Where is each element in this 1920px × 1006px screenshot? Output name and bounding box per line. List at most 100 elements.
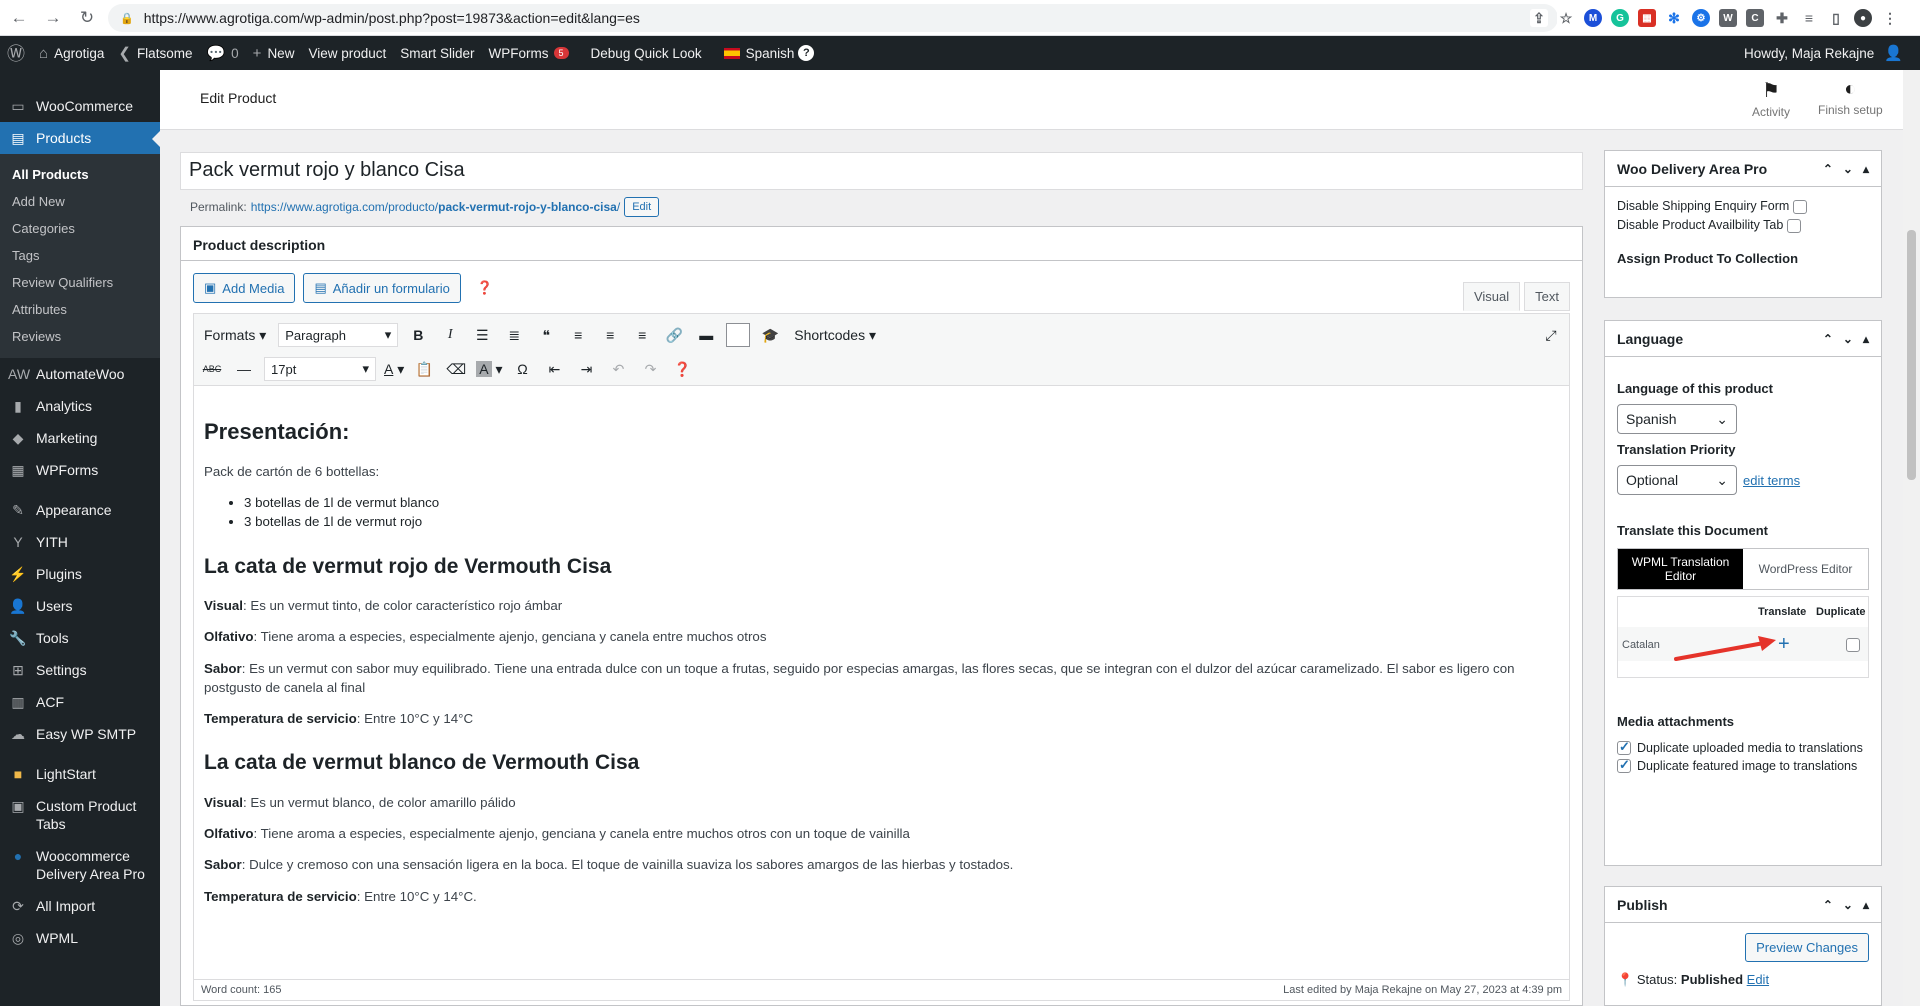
add-form-button[interactable]: ▤ Añadir un formulario: [303, 273, 461, 303]
sidebar-item-users[interactable]: 👤 Users: [0, 590, 160, 622]
comments-link[interactable]: 💬 0: [199, 36, 245, 70]
sidebar-item-settings[interactable]: ⊞ Settings: [0, 654, 160, 686]
language-switcher[interactable]: Spanish?: [717, 36, 822, 70]
forward-icon[interactable]: →: [38, 3, 68, 33]
fullscreen-icon[interactable]: ⤢: [1539, 323, 1563, 347]
formats-dropdown[interactable]: Formats ▾: [200, 323, 270, 347]
product-title-input[interactable]: Pack vermut rojo y blanco Cisa: [180, 152, 1583, 190]
horizontal-line-icon[interactable]: —: [232, 357, 256, 381]
permalink-edit-button[interactable]: Edit: [624, 197, 660, 217]
numbered-list-icon[interactable]: ≣: [502, 323, 526, 347]
toggle-panel-icon[interactable]: ▴: [1863, 162, 1869, 176]
move-down-icon[interactable]: ⌄: [1843, 898, 1853, 912]
duplicate-media-checkbox[interactable]: [1617, 739, 1631, 755]
sidebar-item-custom-product-tabs[interactable]: ▣ Custom Product Tabs: [0, 790, 160, 840]
permalink-link[interactable]: https://www.agrotiga.com/producto/pack-v…: [251, 200, 621, 214]
sidebar-item-lightstart[interactable]: ■ LightStart: [0, 758, 160, 790]
grammarly-icon[interactable]: G: [1611, 9, 1629, 27]
keyboard-help-icon[interactable]: ❓: [671, 357, 695, 381]
disable-availability-checkbox[interactable]: [1786, 218, 1801, 233]
align-center-icon[interactable]: ≡: [598, 323, 622, 347]
sidebar-item-products[interactable]: ▤ Products: [0, 122, 160, 154]
debug-quick-look-link[interactable]: Debug Quick Look: [584, 36, 709, 70]
special-character-icon[interactable]: Ω: [511, 357, 535, 381]
flatsome-link[interactable]: ❮ Flatsome: [111, 36, 199, 70]
graduation-cap-icon[interactable]: 🎓: [758, 323, 782, 347]
share-icon[interactable]: ⇪: [1530, 9, 1548, 27]
submenu-all-products[interactable]: All Products: [0, 161, 160, 188]
duplicate-checkbox[interactable]: [1846, 638, 1860, 652]
move-up-icon[interactable]: ⌃: [1823, 162, 1833, 176]
sidebar-item-delivery-area-pro[interactable]: ● Woocommerce Delivery Area Pro: [0, 840, 160, 890]
strikethrough-icon[interactable]: ABC: [200, 357, 224, 381]
submenu-review-qualifiers[interactable]: Review Qualifiers: [0, 269, 160, 296]
extension-snow-icon[interactable]: ✻: [1665, 9, 1683, 27]
submenu-tags[interactable]: Tags: [0, 242, 160, 269]
tab-wordpress-editor[interactable]: WordPress Editor: [1743, 549, 1868, 589]
malwarebytes-icon[interactable]: M: [1584, 9, 1602, 27]
finish-setup-button[interactable]: ◐ Finish setup: [1818, 78, 1883, 117]
toolbar-toggle-icon[interactable]: [726, 323, 751, 347]
font-size-select[interactable]: 17pt ▾: [264, 357, 376, 381]
new-content-link[interactable]: + New: [246, 36, 302, 70]
edit-terms-link[interactable]: edit terms: [1743, 473, 1800, 488]
extension-w-icon[interactable]: W: [1719, 9, 1737, 27]
move-up-icon[interactable]: ⌃: [1823, 898, 1833, 912]
bullet-list-icon[interactable]: ☰: [470, 323, 494, 347]
reload-icon[interactable]: ↻: [72, 3, 102, 33]
paragraph-select[interactable]: Paragraph ▾: [278, 323, 399, 347]
link-icon[interactable]: 🔗: [662, 323, 686, 347]
submenu-attributes[interactable]: Attributes: [0, 296, 160, 323]
view-product-link[interactable]: View product: [301, 36, 393, 70]
extension-red-icon[interactable]: ▦: [1638, 9, 1656, 27]
sidebar-item-wpforms[interactable]: ▦ WPForms: [0, 454, 160, 486]
status-edit-link[interactable]: Edit: [1747, 972, 1769, 987]
sidepanel-icon[interactable]: ▯: [1827, 9, 1845, 27]
sidebar-item-easy-wp-smtp[interactable]: ☁ Easy WP SMTP: [0, 718, 160, 750]
help-circle-icon[interactable]: ❓: [477, 280, 493, 296]
back-icon[interactable]: ←: [4, 3, 34, 33]
profile-avatar-icon[interactable]: ●: [1854, 9, 1872, 27]
read-more-icon[interactable]: ▬: [694, 323, 718, 347]
preview-changes-button[interactable]: Preview Changes: [1745, 933, 1869, 962]
sidebar-item-all-import[interactable]: ⟳ All Import: [0, 890, 160, 922]
puzzle-icon[interactable]: ✚: [1773, 9, 1791, 27]
indent-icon[interactable]: ⇥: [575, 357, 599, 381]
submenu-add-new[interactable]: Add New: [0, 188, 160, 215]
bold-icon[interactable]: B: [406, 323, 430, 347]
sidebar-item-yith[interactable]: Y YITH: [0, 526, 160, 558]
page-scrollbar[interactable]: [1903, 70, 1920, 1006]
smart-slider-link[interactable]: Smart Slider: [393, 36, 481, 70]
blockquote-icon[interactable]: ❝: [534, 323, 558, 347]
sidebar-item-plugins[interactable]: ⚡ Plugins: [0, 558, 160, 590]
italic-icon[interactable]: I: [438, 323, 462, 347]
sidebar-item-analytics[interactable]: ▮ Analytics: [0, 390, 160, 422]
shortcodes-dropdown[interactable]: Shortcodes ▾: [790, 323, 880, 347]
align-right-icon[interactable]: ≡: [630, 323, 654, 347]
clear-formatting-icon[interactable]: ⌫: [444, 357, 468, 381]
sidebar-item-marketing[interactable]: ◆ Marketing: [0, 422, 160, 454]
paste-text-icon[interactable]: 📋: [412, 357, 436, 381]
undo-icon[interactable]: ↶: [607, 357, 631, 381]
priority-select[interactable]: Optional ⌄: [1617, 465, 1737, 495]
text-color-icon[interactable]: A ▾: [384, 357, 404, 381]
redo-icon[interactable]: ↷: [639, 357, 663, 381]
outdent-icon[interactable]: ⇤: [543, 357, 567, 381]
background-color-icon[interactable]: A ▾: [476, 357, 503, 381]
sidebar-item-wpml[interactable]: ◎ WPML: [0, 922, 160, 954]
sidebar-item-automatewoo[interactable]: AW AutomateWoo: [0, 358, 160, 390]
language-select[interactable]: Spanish ⌄: [1617, 404, 1737, 434]
tab-text[interactable]: Text: [1524, 282, 1570, 311]
sidebar-item-appearance[interactable]: ✎ Appearance: [0, 494, 160, 526]
submenu-reviews[interactable]: Reviews: [0, 323, 160, 350]
activity-button[interactable]: ⚑ Activity: [1752, 78, 1790, 119]
wp-logo-icon[interactable]: Ⓦ: [0, 36, 32, 70]
disable-enquiry-checkbox[interactable]: [1792, 199, 1807, 214]
move-down-icon[interactable]: ⌄: [1843, 162, 1853, 176]
sidebar-item-tools[interactable]: 🔧 Tools: [0, 622, 160, 654]
howdy-account[interactable]: Howdy, Maja Rekajne 👤: [1737, 36, 1910, 70]
tab-wpml-translation-editor[interactable]: WPML Translation Editor: [1618, 549, 1743, 589]
align-left-icon[interactable]: ≡: [566, 323, 590, 347]
address-bar[interactable]: 🔒 https://www.agrotiga.com/wp-admin/post…: [108, 4, 1558, 32]
toggle-panel-icon[interactable]: ▴: [1863, 332, 1869, 346]
